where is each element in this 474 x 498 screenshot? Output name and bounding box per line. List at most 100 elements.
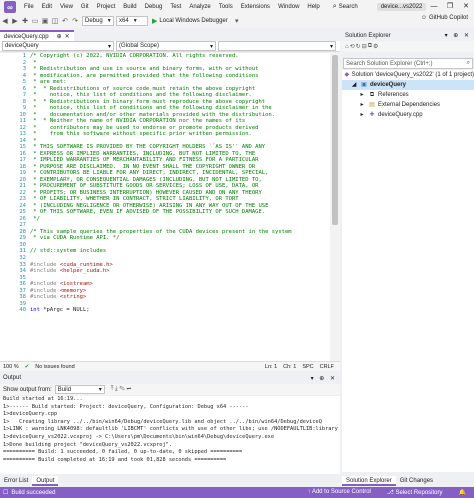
tree-item-references[interactable]: ▸ ⧉ References — [342, 90, 474, 100]
output-line: ========== Build completed at 16:19 and … — [3, 456, 227, 463]
issues-status[interactable]: No issues found — [35, 364, 74, 370]
minimize-button[interactable]: — — [426, 0, 442, 14]
line-number-gutter: 1 2 3 4 5 6 7 8 9 10 11 12 13 14 15 16 17 18 19 20 21 22 23 24 2… — [0, 53, 28, 361]
tab-devicequery-cpp[interactable]: deviceQuery.cpp ⊕ ✕ — [0, 30, 74, 41]
whitespace-mode[interactable]: SPC — [302, 364, 313, 370]
chevron-down-icon: ▼ — [132, 18, 138, 24]
tab-output[interactable]: Output — [32, 476, 59, 486]
editor-status-bar: 100 % ✔ No issues found Ln: 1 Ch: 1 SPC … — [0, 361, 340, 371]
back-icon[interactable]: ◀ — [0, 17, 10, 25]
source-control-button[interactable]: ↑ Add to Source Control — [308, 489, 379, 496]
chevron-down-icon: ▾ — [98, 387, 102, 393]
tree-item-label: Solution 'deviceQuery_vs2022' (1 of 1 pr… — [351, 72, 474, 78]
platform-select[interactable]: x64 ▼ — [116, 16, 148, 26]
notifications-icon[interactable]: 🔔 — [459, 489, 466, 496]
collapsed-icon[interactable]: ▸ — [358, 100, 366, 110]
source-control-label: Add to Source Control — [311, 489, 371, 495]
line-position: Ln: 1 — [264, 363, 278, 370]
member-dropdown[interactable]: ▾ — [218, 41, 336, 51]
build-status-icon: ☐ — [3, 490, 9, 496]
solution-tree: ◆ Solution 'deviceQuery_vs2022' (1 of 1 … — [342, 70, 474, 472]
open-icon[interactable]: ▭ — [30, 17, 40, 25]
menu-file[interactable]: File — [20, 0, 38, 14]
new-item-icon[interactable]: ✚ — [20, 17, 30, 25]
close-button[interactable]: ✕ — [458, 0, 474, 14]
output-line: 1>------ Build started: Project: deviceQ… — [3, 403, 249, 410]
select-repository-button[interactable]: ⎇ Select Repository — [387, 489, 451, 496]
panel-controls[interactable]: ▾ ⊕ ✕ — [311, 375, 337, 382]
menu-git[interactable]: Git — [77, 0, 93, 14]
output-line: 1>deviceQuery_vs2022.vcxproj -> C:\Users… — [3, 433, 275, 440]
save-all-icon[interactable]: ◫ — [50, 17, 60, 25]
code-text[interactable]: /* Copyright (c) 2022, NVIDIA CORPORATIO… — [30, 53, 326, 361]
menu-help[interactable]: Help — [303, 0, 323, 14]
tree-item-project[interactable]: ◢ ▣ deviceQuery — [342, 80, 474, 90]
tab-error-list[interactable]: Error List — [0, 476, 32, 486]
tab-git-changes[interactable]: Git Changes — [396, 476, 437, 486]
start-debugging-button[interactable]: ▶ Local Windows Debugger — [152, 17, 228, 25]
menu-bar: File Edit View Git Project Build Debug T… — [20, 0, 324, 14]
build-status: Build succeeded — [11, 489, 56, 496]
output-line: 1>Done building project "deviceQuery_vs2… — [3, 441, 173, 448]
main-toolbar: ◀ ▶ ✚ ▭ ▣ ◫ ↶ ↷ Debug ▼ x64 ▼ ▶ Local Wind… — [0, 14, 474, 28]
copilot-icon: ☺ — [420, 15, 427, 21]
global-search[interactable]: ⌕ Search — [330, 2, 361, 13]
solution-explorer-search[interactable]: Search Solution Explorer (Ctrl+;) ⌕ — [343, 58, 473, 69]
line-number: 40 — [19, 307, 26, 314]
line-endings[interactable]: CRLF — [320, 364, 334, 370]
menu-view[interactable]: View — [56, 0, 77, 14]
status-bar: ☐ Build succeeded ↑ Add to Source Contro… — [0, 487, 474, 498]
copilot-button[interactable]: ☺ GitHub Copilot — [421, 15, 468, 21]
configuration-select[interactable]: Debug ▼ — [82, 16, 114, 26]
menu-test[interactable]: Test — [166, 0, 185, 14]
output-source-select[interactable]: Build ▾ — [54, 385, 105, 394]
output-line: Build started at 16:19... — [3, 396, 83, 402]
menu-build[interactable]: Build — [119, 0, 140, 14]
show-output-label: Show output from: — [3, 386, 52, 393]
repo-label: Select Repository — [395, 490, 443, 496]
output-toolbar-icons[interactable]: ⤒ ⤓ ✎ ⇌ — [111, 386, 132, 393]
scrollbar-thumb[interactable] — [332, 55, 338, 225]
undo-icon[interactable]: ↶ — [60, 17, 70, 25]
pin-icon[interactable]: ⊕ — [57, 33, 62, 40]
zoom-level[interactable]: 100 % — [3, 364, 19, 370]
window-controls: — ❐ ✕ — [426, 0, 474, 14]
code-line[interactable]: int *pArgc = NULL; — [30, 307, 326, 314]
search-label: Search — [338, 4, 358, 10]
run-dropdown-icon[interactable]: ▾ — [232, 17, 242, 25]
project-scope-dropdown[interactable]: deviceQuery ▾ — [2, 41, 114, 51]
menu-analyze[interactable]: Analyze — [185, 0, 214, 14]
tab-solution-explorer[interactable]: Solution Explorer — [342, 476, 396, 486]
bottom-panel-tabs: Error List Output — [0, 476, 340, 486]
expand-icon[interactable]: ◢ — [350, 80, 358, 90]
save-icon[interactable]: ▣ — [40, 17, 50, 25]
solution-explorer-title: Solution Explorer — [345, 32, 391, 39]
panel-controls[interactable]: ▾ ⊕ ✕ — [445, 32, 471, 39]
code-editor[interactable]: 1 2 3 4 5 6 7 8 9 10 11 12 13 14 15 16 17 18 19 20 21 22 23 24 2… — [0, 53, 340, 361]
maximize-button[interactable]: ❐ — [442, 0, 458, 14]
menu-edit[interactable]: Edit — [38, 0, 56, 14]
close-tab-icon[interactable]: ✕ — [65, 33, 70, 40]
tree-item-devicequery-cpp[interactable]: ▸ ✚ deviceQuery.cpp — [342, 110, 474, 120]
tree-item-external-deps[interactable]: ▸ ▤ External Dependencies — [342, 100, 474, 110]
tree-item-label: References — [378, 92, 409, 98]
global-scope-dropdown[interactable]: (Global Scope) ▾ — [116, 41, 216, 51]
forward-icon[interactable]: ▶ — [10, 17, 20, 25]
tree-item-label: deviceQuery.cpp — [378, 112, 423, 118]
properties-icon[interactable]: ⚙ — [373, 43, 379, 50]
redo-icon[interactable]: ↷ — [70, 17, 80, 25]
menu-tools[interactable]: Tools — [215, 0, 237, 14]
output-text[interactable]: Build started at 16:19... 1>------ Build … — [0, 396, 340, 474]
global-scope-value: (Global Scope) — [119, 43, 160, 49]
menu-extensions[interactable]: Extensions — [237, 0, 274, 14]
menu-project[interactable]: Project — [93, 0, 120, 14]
output-toolbar: Show output from: Build ▾ ⤒ ⤓ ✎ ⇌ — [0, 384, 340, 395]
visual-studio-logo-icon: ∞ — [4, 1, 16, 13]
menu-window[interactable]: Window — [274, 0, 303, 14]
collapsed-icon[interactable]: ▸ — [358, 110, 366, 120]
editor-vertical-scrollbar[interactable] — [330, 53, 340, 361]
menu-debug[interactable]: Debug — [141, 0, 167, 14]
tree-item-solution[interactable]: ◆ Solution 'deviceQuery_vs2022' (1 of 1 … — [342, 70, 474, 80]
collapsed-icon[interactable]: ▸ — [358, 90, 366, 100]
chevron-down-icon: ▾ — [329, 43, 333, 50]
